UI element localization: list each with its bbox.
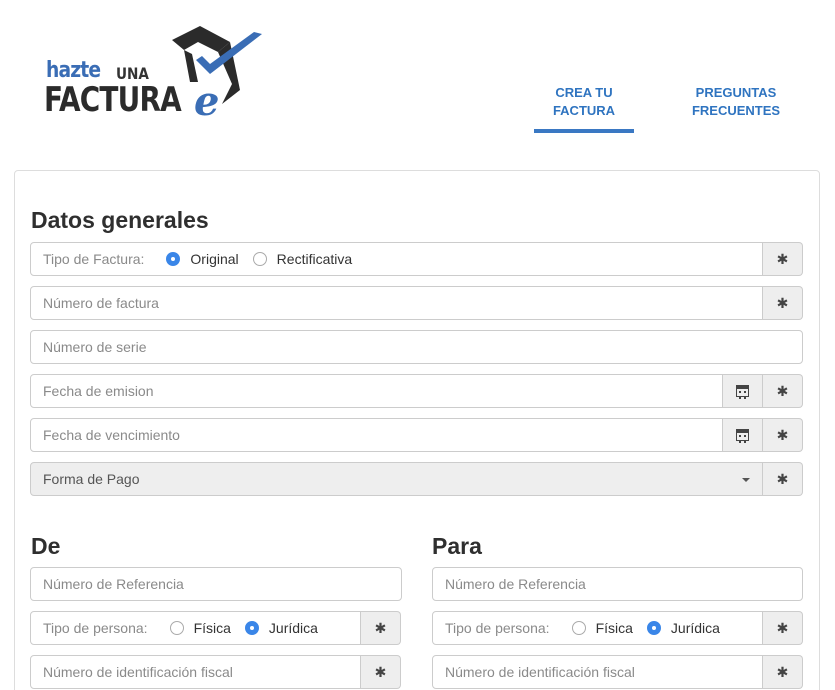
fecha-vencimiento-input[interactable]: Fecha de vencimiento	[30, 418, 723, 452]
forma-pago-select[interactable]: Forma de Pago	[30, 462, 763, 496]
nav-active-indicator	[534, 129, 634, 133]
nav-preguntas-frecuentes[interactable]: PREGUNTAS FRECUENTES	[684, 84, 788, 120]
radio-original[interactable]	[166, 252, 181, 266]
para-radio-juridica-label[interactable]: Jurídica	[671, 620, 720, 636]
para-radio-fisica-label[interactable]: Física	[596, 620, 633, 636]
de-radio-fisica-label[interactable]: Física	[194, 620, 231, 636]
numero-factura-group: Número de factura ✱	[30, 286, 803, 320]
fecha-emision-group: Fecha de emision ✱	[30, 374, 803, 408]
nav-crea-line1: CREA TU	[555, 85, 613, 100]
logo-factura-text: FACTURA	[44, 80, 182, 120]
asterisk-icon: ✱	[763, 462, 803, 496]
tipo-factura-group: Tipo de Factura: Original Rectificativa …	[30, 242, 803, 276]
section-title-de: De	[31, 533, 61, 559]
para-radio-fisica[interactable]	[571, 621, 586, 635]
numero-factura-input[interactable]: Número de factura	[30, 286, 763, 320]
calendar-icon	[736, 385, 749, 399]
de-radio-fisica[interactable]	[169, 621, 184, 635]
forma-pago-value: Forma de Pago	[43, 471, 140, 487]
de-persona-group: Tipo de persona: Física Jurídica ✱	[30, 611, 401, 645]
asterisk-icon: ✱	[763, 655, 803, 689]
forma-pago-group: Forma de Pago ✱	[30, 462, 803, 496]
de-nif-input[interactable]: Número de identificación fiscal	[30, 655, 361, 689]
numero-serie-group: Número de serie	[30, 330, 803, 364]
para-persona-label: Tipo de persona:	[445, 620, 550, 636]
numero-serie-input[interactable]: Número de serie	[30, 330, 803, 364]
para-referencia-group: Número de Referencia	[432, 567, 803, 601]
asterisk-icon: ✱	[763, 611, 803, 645]
radio-rectificativa-label[interactable]: Rectificativa	[277, 251, 352, 267]
fecha-emision-input[interactable]: Fecha de emision	[30, 374, 723, 408]
asterisk-icon: ✱	[763, 418, 803, 452]
de-radio-juridica[interactable]	[244, 621, 259, 635]
asterisk-icon: ✱	[763, 374, 803, 408]
de-nif-group: Número de identificación fiscal ✱	[30, 655, 401, 689]
section-title-datos-generales: Datos generales	[31, 207, 209, 233]
de-referencia-input[interactable]: Número de Referencia	[30, 567, 402, 601]
tipo-factura-label: Tipo de Factura:	[43, 251, 145, 267]
radio-rectificativa[interactable]	[252, 252, 267, 266]
calendar-button[interactable]	[723, 418, 763, 452]
para-referencia-input[interactable]: Número de Referencia	[432, 567, 803, 601]
nav-crea-line2: FACTURA	[552, 103, 616, 118]
calendar-button[interactable]	[723, 374, 763, 408]
asterisk-icon: ✱	[763, 286, 803, 320]
logo-e-text: e	[194, 78, 220, 125]
para-radio-juridica[interactable]	[646, 621, 661, 635]
para-persona-field: Tipo de persona: Física Jurídica	[432, 611, 763, 645]
para-nif-group: Número de identificación fiscal ✱	[432, 655, 803, 689]
asterisk-icon: ✱	[361, 655, 401, 689]
fecha-vencimiento-group: Fecha de vencimiento ✱	[30, 418, 803, 452]
chevron-down-icon	[742, 478, 750, 482]
para-persona-group: Tipo de persona: Física Jurídica ✱	[432, 611, 803, 645]
radio-original-label[interactable]: Original	[190, 251, 238, 267]
para-nif-input[interactable]: Número de identificación fiscal	[432, 655, 763, 689]
de-radio-juridica-label[interactable]: Jurídica	[269, 620, 318, 636]
de-referencia-group: Número de Referencia	[30, 567, 402, 601]
nav-preg-line2: FRECUENTES	[691, 103, 781, 118]
logo[interactable]: hazte UNA FACTURA e	[44, 22, 268, 126]
nav-crea-tu-factura[interactable]: CREA TU FACTURA	[534, 84, 634, 120]
section-title-para: Para	[432, 533, 482, 559]
calendar-icon	[736, 429, 749, 443]
tipo-factura-field: Tipo de Factura: Original Rectificativa	[30, 242, 763, 276]
asterisk-icon: ✱	[361, 611, 401, 645]
asterisk-icon: ✱	[763, 242, 803, 276]
de-persona-label: Tipo de persona:	[43, 620, 148, 636]
de-persona-field: Tipo de persona: Física Jurídica	[30, 611, 361, 645]
nav-preg-line1: PREGUNTAS	[695, 85, 777, 100]
